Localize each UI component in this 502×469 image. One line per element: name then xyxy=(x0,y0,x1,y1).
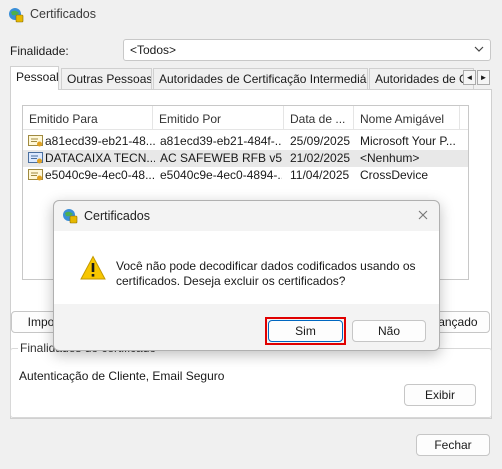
certificate-icon xyxy=(28,135,43,147)
purpose-dropdown-value: <Todos> xyxy=(130,43,177,57)
column-emitido-para[interactable]: Emitido Para xyxy=(23,106,153,130)
purpose-label: Finalidade: xyxy=(10,44,69,58)
window-title: Certificados xyxy=(30,7,96,21)
column-emitido-por[interactable]: Emitido Por xyxy=(153,106,284,130)
warning-icon xyxy=(80,255,106,280)
certificate-app-icon xyxy=(9,8,24,23)
confirm-dialog: Certificados Você não pode decodificar d… xyxy=(53,200,440,351)
column-nome-amigavel[interactable]: Nome Amigável xyxy=(354,106,460,130)
purpose-dropdown[interactable]: <Todos> xyxy=(123,39,491,61)
table-row[interactable]: a81ecd39-eb21-48... a81ecd39-eb21-484f-.… xyxy=(23,133,468,150)
title-bar: Certificados xyxy=(0,0,502,30)
list-header: Emitido Para Emitido Por Data de ... Nom… xyxy=(23,106,468,130)
table-row[interactable]: e5040c9e-4ec0-48... e5040c9e-4ec0-4894-.… xyxy=(23,167,468,184)
no-button[interactable]: Não xyxy=(352,320,426,342)
dialog-body: Você não pode decodificar dados codifica… xyxy=(54,231,439,304)
close-icon[interactable] xyxy=(415,207,431,223)
chevron-down-icon xyxy=(474,46,484,52)
tab-pessoal[interactable]: Pessoal xyxy=(10,66,59,90)
tab-autoridades-raiz[interactable]: Autoridades de Ce xyxy=(369,68,474,90)
certificates-window: Certificados Finalidade: <Todos> Pessoal… xyxy=(0,0,502,469)
tab-autoridades-intermediarias[interactable]: Autoridades de Certificação Intermediári… xyxy=(153,68,368,90)
yes-button-highlight xyxy=(265,317,346,345)
certificate-app-icon xyxy=(63,209,78,224)
certificate-purposes-value: Autenticação de Cliente, Email Seguro xyxy=(19,369,225,383)
dialog-title: Certificados xyxy=(84,209,150,223)
table-row[interactable]: DATACAIXA TECN... AC SAFEWEB RFB v5 21/0… xyxy=(23,150,468,167)
dialog-message: Você não pode decodificar dados codifica… xyxy=(116,259,416,288)
certificate-icon xyxy=(28,152,43,164)
close-button[interactable]: Fechar xyxy=(416,434,490,456)
tab-scroll-left-button[interactable]: ◄ xyxy=(463,70,476,85)
certificate-purposes-group xyxy=(10,348,492,418)
column-data[interactable]: Data de ... xyxy=(284,106,354,130)
view-button[interactable]: Exibir xyxy=(404,384,476,406)
tab-outras-pessoas[interactable]: Outras Pessoas xyxy=(61,68,152,90)
certificate-icon xyxy=(28,169,43,181)
tab-scroll-right-button[interactable]: ► xyxy=(477,70,490,85)
